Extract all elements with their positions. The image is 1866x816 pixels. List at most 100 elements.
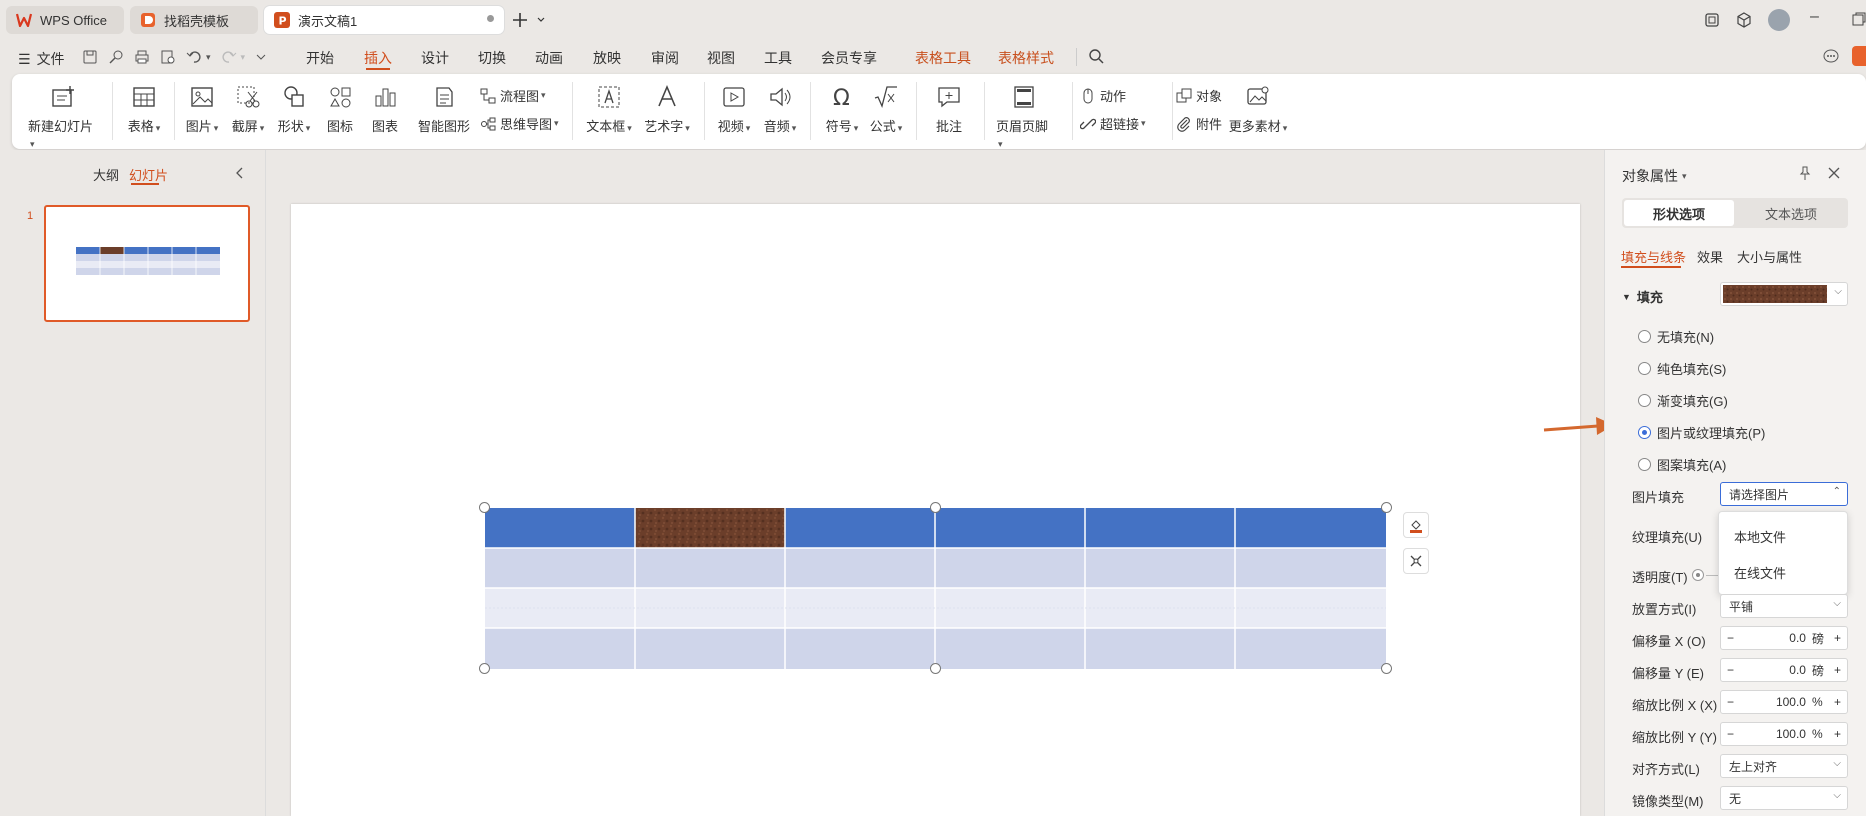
scale-x-stepper[interactable]: −100.0% + [1720,690,1848,714]
menu-review[interactable]: 审阅 [651,48,679,68]
file-menu[interactable]: ☰ 文件 [18,49,65,69]
menu-item-online-file[interactable]: 在线文件 [1734,563,1786,582]
collapse-panel-icon[interactable] [235,166,245,180]
resize-handle[interactable] [930,663,941,674]
resize-handle[interactable] [1381,663,1392,674]
tab-shape-options[interactable]: 形状选项 [1624,200,1734,226]
share-icon[interactable] [1852,46,1866,66]
comment-button[interactable]: 批注 [934,84,964,135]
icon-button[interactable]: 图标 [325,84,355,135]
new-slide-button[interactable]: 新建幻灯片▾ [28,84,98,150]
save-icon[interactable] [82,49,98,65]
scale-y-stepper[interactable]: −100.0% + [1720,722,1848,746]
search-doc-icon[interactable] [108,49,124,65]
offset-x-stepper[interactable]: −0.0 磅 + [1720,626,1848,650]
align-select[interactable]: 左上对齐 ⌵ [1720,754,1848,778]
radio-pattern-fill[interactable]: 图案填充(A) [1638,455,1726,474]
symbol-button[interactable]: Ω 符号 ▾ [824,84,860,135]
shape-button[interactable]: 形状 ▾ [276,84,312,135]
panel-title[interactable]: 对象属性 ▾ [1622,166,1687,186]
tab-wps-office[interactable]: WPS Office [6,6,124,34]
tab-slides[interactable]: 幻灯片 [129,165,168,184]
fill-section-header[interactable]: ▼ 填充 [1622,287,1663,306]
radio-solid-fill[interactable]: 纯色填充(S) [1638,359,1726,378]
picture-fill-select[interactable]: 请选择图片 ⌃ [1720,482,1848,506]
scale-x-value[interactable]: 100.0 [1734,695,1812,709]
more-chevron-icon[interactable] [255,49,267,65]
menu-design[interactable]: 设计 [421,48,449,68]
chart-button[interactable]: 图表 [370,84,400,135]
subtab-fill-line[interactable]: 填充与线条 [1621,247,1686,266]
pin-icon[interactable] [1798,166,1812,180]
print-preview-icon[interactable] [160,49,176,65]
plus-icon[interactable]: + [1834,663,1841,677]
wordart-button[interactable]: 艺术字 ▾ [644,84,690,135]
subtab-effect[interactable]: 效果 [1697,247,1723,266]
plus-icon[interactable]: + [1834,727,1841,741]
chat-icon[interactable] [1822,48,1840,64]
new-tab-icon[interactable] [512,10,546,30]
redo-dropdown-icon[interactable]: ▾ [241,52,246,65]
subtab-size[interactable]: 大小与属性 [1737,247,1802,266]
undo-icon[interactable] [186,49,202,65]
table-style-icon[interactable] [1403,548,1429,574]
more-materials-button[interactable]: 更多素材 ▾ [1226,84,1290,135]
video-button[interactable]: 视频 ▾ [716,84,752,135]
flowchart-button[interactable]: 流程图 ▾ [480,86,546,105]
mirror-select[interactable]: 无 ⌵ [1720,786,1848,810]
layout-icon[interactable] [1704,12,1720,28]
menu-view[interactable]: 视图 [707,48,735,68]
table-button[interactable]: 表格 ▾ [124,84,164,135]
offset-y-value[interactable]: 0.0 [1734,663,1812,677]
slide-thumbnail[interactable] [44,205,250,322]
textured-cell[interactable] [635,508,785,548]
unsaved-dot-icon[interactable] [487,15,494,22]
minus-icon[interactable]: − [1727,727,1734,741]
menu-start[interactable]: 开始 [306,48,334,68]
mindmap-button[interactable]: 思维导图 ▾ [480,114,559,133]
menu-transition[interactable]: 切换 [478,48,506,68]
minus-icon[interactable]: − [1727,663,1734,677]
action-button[interactable]: 动作 [1080,86,1126,105]
audio-button[interactable]: 音频 ▾ [762,84,798,135]
transparency-slider-track[interactable] [1706,575,1718,576]
print-icon[interactable] [134,49,150,65]
attachment-button[interactable]: 附件 [1176,114,1222,133]
minus-icon[interactable]: − [1727,695,1734,709]
offset-x-value[interactable]: 0.0 [1734,631,1812,645]
resize-handle[interactable] [1381,502,1392,513]
offset-y-stepper[interactable]: −0.0 磅 + [1720,658,1848,682]
avatar[interactable] [1768,9,1790,31]
menu-table-tools[interactable]: 表格工具 [915,48,971,68]
radio-gradient-fill[interactable]: 渐变填充(G) [1638,391,1728,410]
picture-button[interactable]: 图片 ▾ [184,84,220,135]
slide-table[interactable] [485,508,1386,669]
tab-outline[interactable]: 大纲 [93,165,119,184]
plus-icon[interactable]: + [1834,695,1841,709]
menu-tools[interactable]: 工具 [764,48,792,68]
menu-insert[interactable]: 插入 [364,48,392,68]
tab-text-options[interactable]: 文本选项 [1736,200,1846,226]
menu-animation[interactable]: 动画 [535,48,563,68]
minus-icon[interactable]: − [1727,631,1734,645]
radio-no-fill[interactable]: 无填充(N) [1638,327,1714,346]
search-icon[interactable] [1088,48,1104,64]
placement-select[interactable]: 平铺 ⌵ [1720,594,1848,618]
restore-icon[interactable] [1852,12,1866,26]
menu-slideshow[interactable]: 放映 [593,48,621,68]
screenshot-button[interactable]: 截屏 ▾ [230,84,266,135]
fill-color-dropdown[interactable]: ⌵ [1720,282,1848,306]
textbox-button[interactable]: 文本框 ▾ [586,84,632,135]
undo-dropdown-icon[interactable]: ▾ [206,52,211,65]
resize-handle[interactable] [930,502,941,513]
object-button[interactable]: 对象 [1176,86,1222,105]
resize-handle[interactable] [479,502,490,513]
transparency-slider-handle[interactable] [1692,569,1704,581]
formula-button[interactable]: 公式 ▾ [868,84,904,135]
resize-handle[interactable] [479,663,490,674]
fill-color-icon[interactable] [1403,512,1429,538]
hyperlink-button[interactable]: 超链接 ▾ [1080,114,1146,133]
header-footer-button[interactable]: 页眉页脚▾ [996,84,1052,150]
tab-template[interactable]: 找稻壳模板 [130,6,258,34]
smartart-button[interactable]: 智能图形 [416,84,472,135]
